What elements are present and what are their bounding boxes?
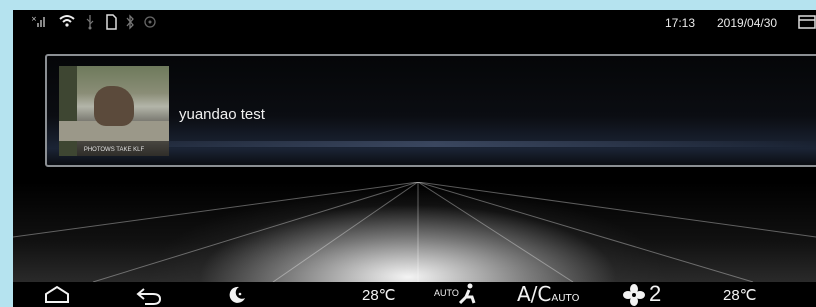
ac-button[interactable]: A/CAUTO	[517, 282, 580, 306]
night-mode-icon[interactable]	[227, 285, 247, 307]
usb-icon	[85, 14, 95, 33]
media-widget[interactable]: PHOTOWS TAKE KLF yuandao test	[45, 54, 816, 167]
fan-icon[interactable]	[623, 284, 645, 307]
bottom-bar: 28℃ AUTO A/CAUTO 2 28℃	[13, 281, 816, 307]
track-title: yuandao test	[179, 106, 265, 123]
ac-label: A/C	[517, 282, 552, 306]
left-temperature[interactable]: 28℃	[362, 286, 396, 304]
clock-time: 17:13	[665, 16, 696, 30]
wifi-icon	[59, 14, 75, 31]
fan-level: 2	[649, 281, 662, 306]
signal-icon: ×	[31, 14, 49, 31]
seat-heat-icon[interactable]	[457, 283, 477, 307]
head-unit-screen: × 17:13 2019/04/30 PHOTOWS TAKE KLF yuan…	[13, 10, 816, 307]
back-icon[interactable]	[135, 286, 163, 307]
floor-visual	[13, 182, 816, 282]
ac-auto-label: AUTO	[551, 293, 580, 304]
album-art-caption: PHOTOWS TAKE KLF	[83, 147, 145, 153]
seat-auto-label: AUTO	[434, 288, 459, 298]
status-bar: × 17:13 2019/04/30	[13, 10, 816, 36]
sd-card-icon	[105, 14, 117, 33]
home-icon[interactable]	[43, 285, 71, 307]
right-temperature[interactable]: 28℃	[723, 286, 757, 304]
window-icon[interactable]	[798, 15, 816, 32]
album-art[interactable]: PHOTOWS TAKE KLF	[59, 66, 169, 156]
gps-icon	[143, 14, 157, 33]
svg-text:×: ×	[31, 15, 37, 23]
clock-date: 2019/04/30	[717, 16, 778, 30]
bluetooth-icon	[125, 14, 135, 33]
